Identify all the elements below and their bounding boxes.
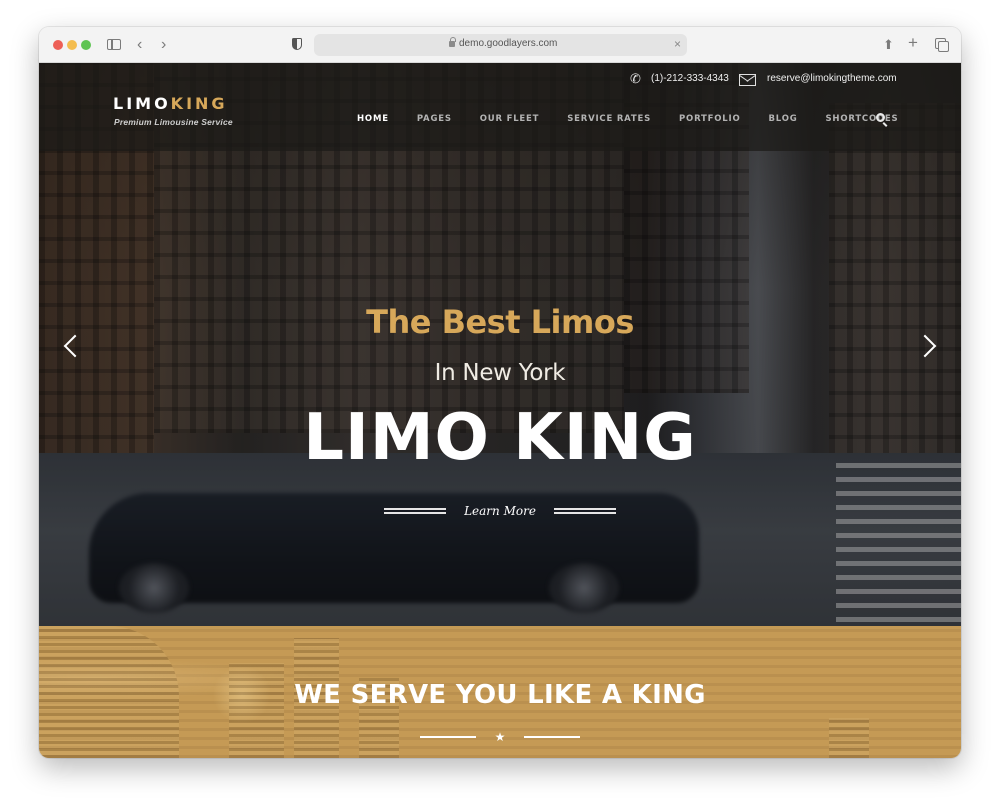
clear-url-icon[interactable]: × <box>674 37 681 51</box>
back-icon[interactable]: ‹ <box>137 35 142 55</box>
nav-item-service-rates[interactable]: SERVICE RATES <box>567 114 651 124</box>
divider-line-left <box>420 736 477 738</box>
privacy-shield-icon[interactable] <box>292 38 302 50</box>
phone-number[interactable]: (1)-212-333-4343 <box>651 73 729 84</box>
lock-icon <box>449 37 456 47</box>
hero-slider: LIMOKING Premium Limousine Service ✆ (1)… <box>39 63 961 626</box>
browser-window: ‹ › demo.goodlayers.com × ⬆ + LIMOKING P… <box>39 27 961 758</box>
main-navigation: HOME PAGES OUR FLEET SERVICE RATES PORTF… <box>357 114 926 124</box>
forward-icon[interactable]: › <box>161 35 166 55</box>
learn-more-button[interactable]: Learn More <box>464 504 536 518</box>
cta-divider-left <box>383 507 446 514</box>
hero-headline: The Best Limos <box>366 303 634 341</box>
learn-more-cta: Learn More <box>39 502 961 520</box>
close-window-button[interactable] <box>53 40 63 50</box>
star-icon: ★ <box>494 729 506 744</box>
nav-item-our-fleet[interactable]: OUR FLEET <box>480 114 539 124</box>
serve-title: WE SERVE YOU LIKE A KING <box>294 680 706 710</box>
nav-item-blog[interactable]: BLOG <box>769 114 798 124</box>
minimize-window-button[interactable] <box>67 40 77 50</box>
email-link[interactable]: reserve@limokingtheme.com <box>767 73 897 84</box>
maximize-window-button[interactable] <box>81 40 91 50</box>
logo-part-limo: LIMO <box>113 94 171 113</box>
new-tab-icon[interactable]: + <box>908 33 918 53</box>
search-icon[interactable] <box>876 113 885 122</box>
site-header: LIMOKING Premium Limousine Service ✆ (1)… <box>39 63 961 151</box>
tab-overview-icon[interactable] <box>935 38 949 52</box>
divider-line-right <box>523 736 580 738</box>
nav-item-pages[interactable]: PAGES <box>417 114 452 124</box>
site-logo[interactable]: LIMOKING <box>113 94 228 113</box>
browser-toolbar: ‹ › demo.goodlayers.com × ⬆ + <box>39 27 961 63</box>
address-bar[interactable]: demo.goodlayers.com × <box>314 34 687 56</box>
mail-icon <box>739 74 756 86</box>
sidebar-toggle-icon[interactable] <box>107 39 121 50</box>
phone-icon: ✆ <box>630 71 641 86</box>
site-tagline: Premium Limousine Service <box>114 117 233 127</box>
hero-brand-title: LIMO KING <box>303 401 697 475</box>
hero-subheadline: In New York <box>434 360 566 386</box>
cta-divider-right <box>554 507 617 514</box>
nav-item-shortcodes[interactable]: SHORTCODES <box>826 114 899 124</box>
url-text: demo.goodlayers.com <box>459 38 558 49</box>
logo-part-king: KING <box>170 94 228 113</box>
nav-item-home[interactable]: HOME <box>357 114 389 124</box>
nav-item-portfolio[interactable]: PORTFOLIO <box>679 114 740 124</box>
serve-divider: ★ <box>39 728 961 746</box>
share-icon[interactable]: ⬆ <box>883 35 894 55</box>
serve-section: WE SERVE YOU LIKE A KING ★ <box>39 626 961 758</box>
